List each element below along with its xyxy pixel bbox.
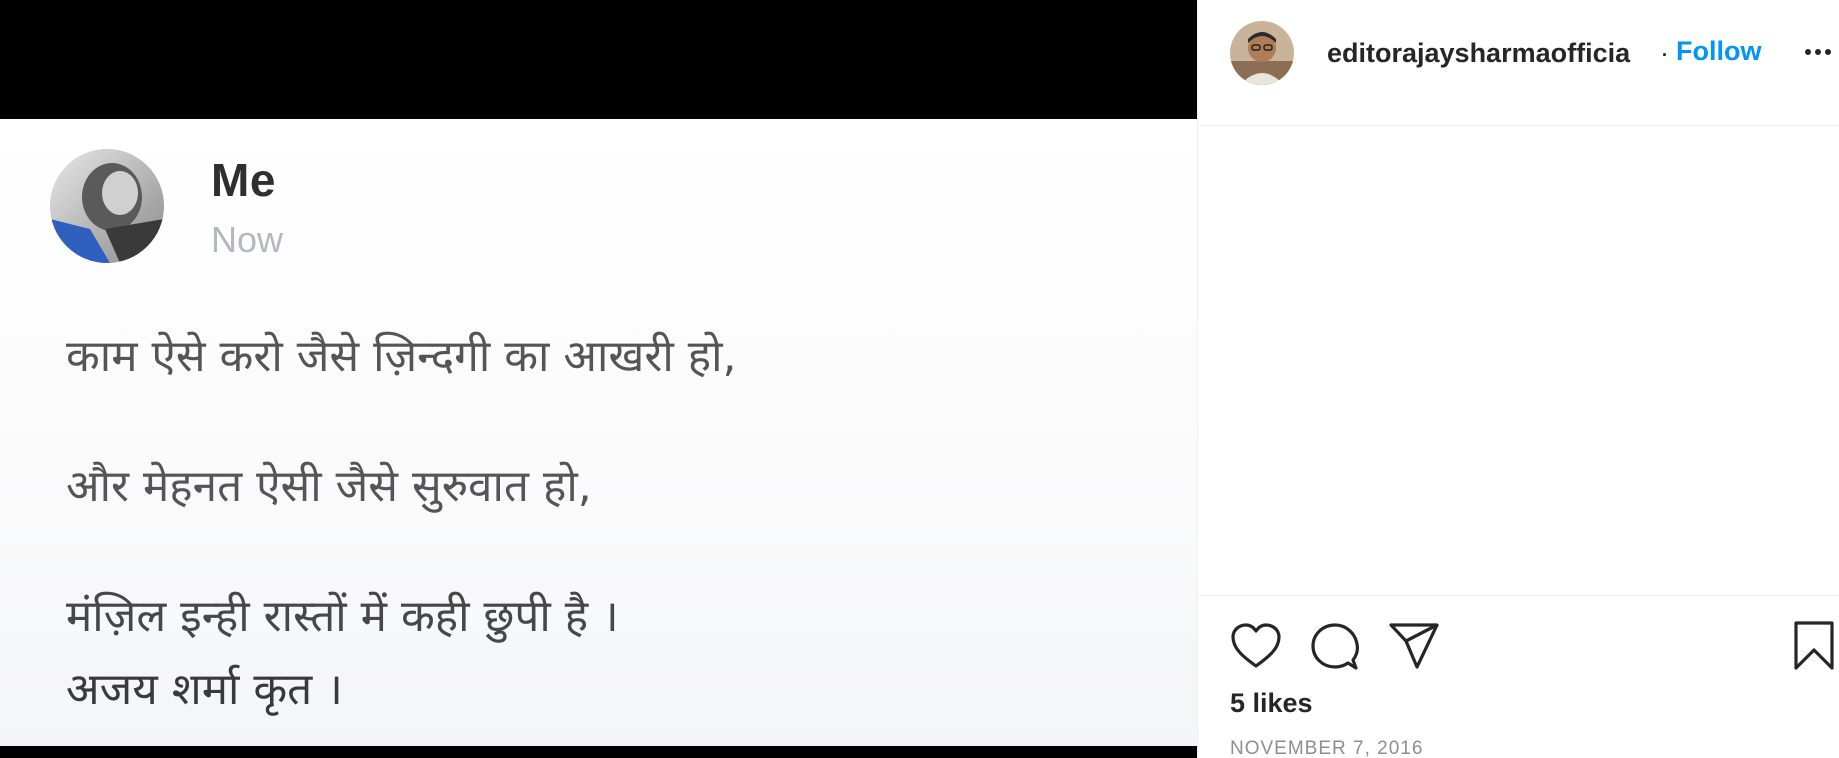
note-line: मंज़िल इन्ही रास्तों में कही छुपी है ।: [66, 591, 619, 642]
author-avatar[interactable]: [1230, 21, 1294, 85]
separator-dot: ·: [1660, 38, 1669, 68]
note-author-name: Me: [211, 154, 276, 206]
note-line: काम ऐसे करो जैसे ज़िन्दगी का आखरी हो,: [66, 331, 737, 382]
follow-button[interactable]: Follow: [1676, 36, 1761, 67]
likes-count[interactable]: 5 likes: [1230, 688, 1313, 719]
post-sidebar: editorajaysharmaofficia · Follow 5 likes…: [1197, 0, 1839, 758]
bookmark-icon[interactable]: [1792, 620, 1836, 677]
heart-icon[interactable]: [1230, 622, 1282, 675]
post-header: editorajaysharmaofficia · Follow: [1198, 0, 1839, 126]
action-bar: 5 likes NOVEMBER 7, 2016: [1198, 595, 1839, 758]
note-line: और मेहनत ऐसी जैसे सुरुवात हो,: [66, 461, 592, 512]
note-timestamp: Now: [211, 219, 284, 260]
more-options-icon[interactable]: [1802, 42, 1836, 62]
post-image: Me Now काम ऐसे करो जैसे ज़िन्दगी का आखरी…: [0, 119, 1197, 746]
post-date: NOVEMBER 7, 2016: [1230, 738, 1424, 758]
post-modal: Me Now काम ऐसे करो जैसे ज़िन्दगी का आखरी…: [0, 0, 1839, 758]
comment-icon[interactable]: [1310, 622, 1360, 677]
author-username[interactable]: editorajaysharmaofficia: [1327, 38, 1630, 69]
note-line: अजय शर्मा कृत ।: [66, 664, 343, 715]
note-avatar: [50, 149, 164, 263]
paper-plane-icon[interactable]: [1388, 622, 1440, 675]
post-media[interactable]: Me Now काम ऐसे करो जैसे ज़िन्दगी का आखरी…: [0, 0, 1197, 758]
